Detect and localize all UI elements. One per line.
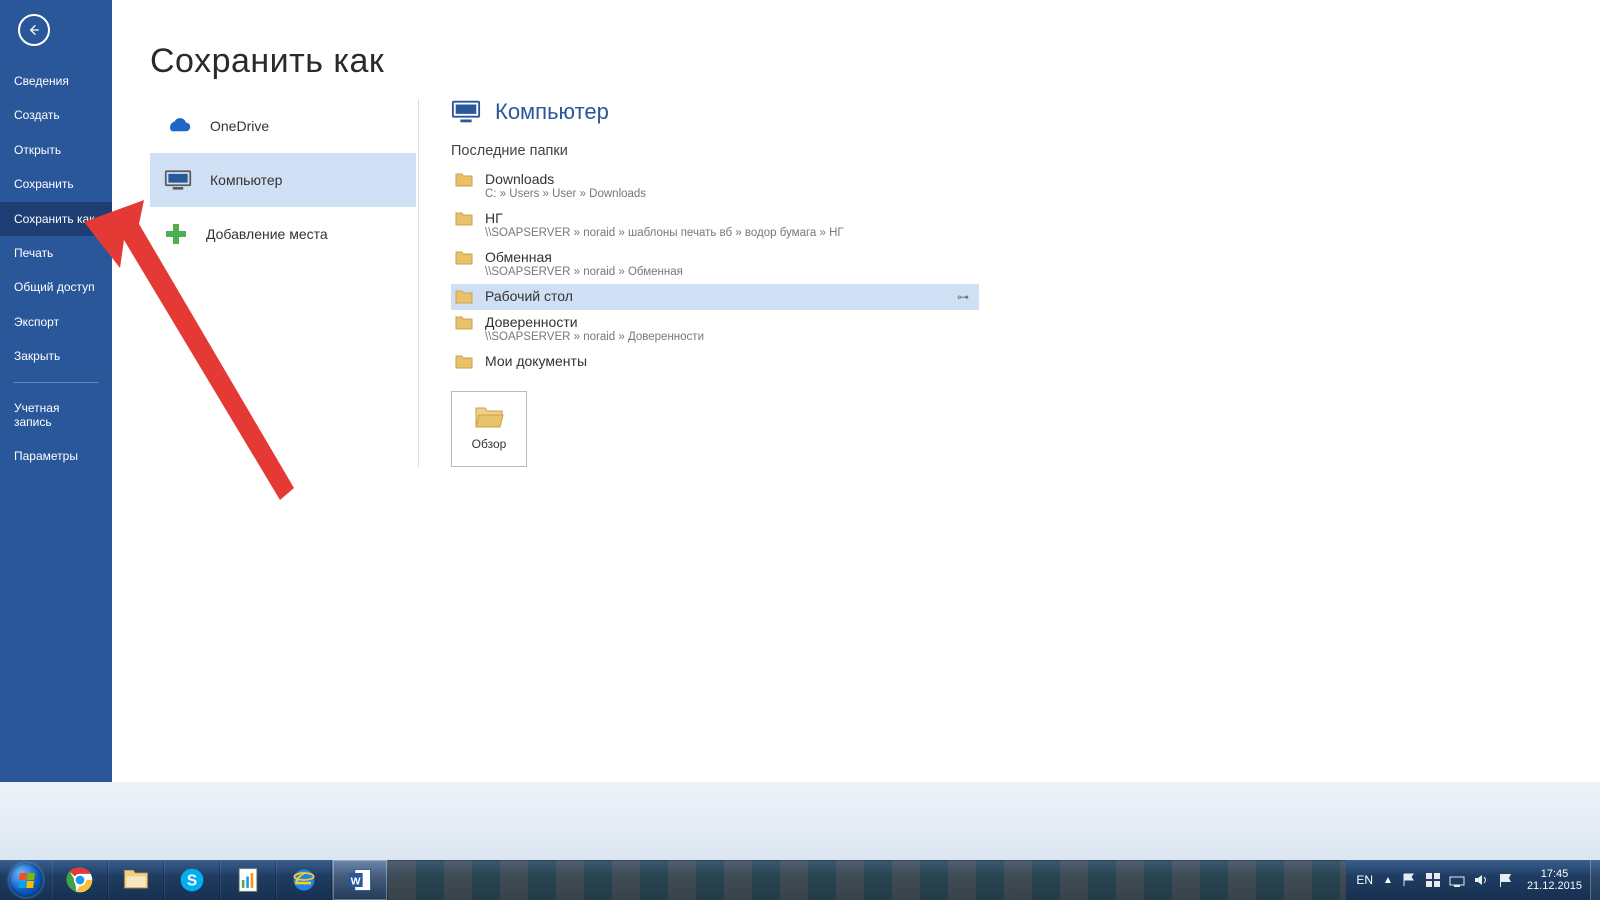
svg-text:S: S	[187, 872, 198, 889]
recent-folders-label: Последние папки	[451, 143, 1600, 159]
location-onedrive[interactable]: OneDrive	[150, 99, 416, 153]
file-explorer-icon	[122, 866, 150, 894]
location-label: Компьютер	[210, 172, 282, 188]
sidebar-item-save-as[interactable]: Сохранить как	[0, 202, 112, 236]
back-button[interactable]	[18, 14, 50, 46]
start-button[interactable]	[0, 860, 52, 900]
recent-folder[interactable]: Доверенности\\SOAPSERVER » noraid » Дове…	[451, 310, 979, 349]
word-icon: W	[346, 866, 374, 894]
taskbar-app-chrome[interactable]	[52, 860, 108, 900]
taskbar-spacer	[388, 860, 1346, 900]
browse-label: Обзор	[472, 437, 507, 451]
system-tray: EN ▲ 17:45 21.12.2015	[1346, 860, 1590, 900]
recent-folder[interactable]: Рабочий стол ⊶	[451, 284, 979, 310]
recent-folders-list: DownloadsC: » Users » User » Downloads Н…	[451, 167, 979, 375]
document-icon	[234, 866, 262, 894]
recent-folder[interactable]: Мои документы	[451, 349, 979, 375]
sidebar-item-open[interactable]: Открыть	[0, 133, 112, 167]
tray-clock[interactable]: 17:45 21.12.2015	[1521, 868, 1588, 892]
folder-icon	[455, 316, 473, 330]
sidebar-item-print[interactable]: Печать	[0, 236, 112, 270]
folder-open-icon	[474, 407, 504, 429]
svg-text:W: W	[351, 875, 361, 887]
tray-date: 21.12.2015	[1527, 880, 1582, 892]
sidebar-item-share[interactable]: Общий доступ	[0, 270, 112, 304]
cloud-icon	[164, 116, 192, 136]
windows-logo-icon	[9, 863, 43, 897]
sidebar-item-info[interactable]: Сведения	[0, 64, 112, 98]
pin-icon[interactable]: ⊶	[957, 290, 969, 304]
taskbar-app-libreoffice[interactable]	[220, 860, 276, 900]
detail-heading: Компьютер	[495, 99, 609, 125]
tray-flag-icon[interactable]	[1401, 872, 1417, 888]
tray-action-center-icon[interactable]	[1497, 872, 1513, 888]
computer-icon	[451, 99, 481, 125]
sidebar-item-export[interactable]: Экспорт	[0, 305, 112, 339]
tray-time: 17:45	[1541, 868, 1569, 880]
page-heading: Сохранить как	[112, 0, 1600, 99]
skype-icon: S	[178, 866, 206, 894]
recent-folder[interactable]: НГ\\SOAPSERVER » noraid » шаблоны печать…	[451, 206, 979, 245]
sidebar-item-account[interactable]: Учетная запись	[0, 391, 112, 440]
backstage-main: Сохранить как OneDrive Компьютер	[112, 0, 1600, 782]
sidebar-separator	[14, 382, 98, 383]
folder-icon	[455, 290, 473, 304]
backstage-sidebar: Сведения Создать Открыть Сохранить Сохра…	[0, 0, 112, 782]
taskbar-app-skype[interactable]: S	[164, 860, 220, 900]
plus-icon	[164, 222, 188, 246]
browse-button[interactable]: Обзор	[451, 391, 527, 467]
chrome-icon	[66, 866, 94, 894]
desktop-strip	[0, 782, 1600, 860]
computer-icon	[164, 169, 192, 191]
folder-icon	[455, 173, 473, 187]
folder-icon	[455, 212, 473, 226]
sidebar-item-save[interactable]: Сохранить	[0, 167, 112, 201]
recent-folder[interactable]: Обменная\\SOAPSERVER » noraid » Обменная	[451, 245, 979, 284]
tray-volume-icon[interactable]	[1473, 872, 1489, 888]
tray-language[interactable]: EN	[1356, 873, 1373, 887]
taskbar-app-explorer[interactable]	[108, 860, 164, 900]
internet-explorer-icon	[290, 866, 318, 894]
arrow-left-icon	[26, 22, 42, 38]
tray-grid-icon[interactable]	[1425, 872, 1441, 888]
detail-heading-row: Компьютер	[451, 99, 1600, 125]
sidebar-item-close[interactable]: Закрыть	[0, 339, 112, 373]
sidebar-item-options[interactable]: Параметры	[0, 439, 112, 473]
location-computer[interactable]: Компьютер	[150, 153, 416, 207]
taskbar-app-word[interactable]: W	[332, 860, 388, 900]
location-label: OneDrive	[210, 118, 269, 134]
recent-folder[interactable]: DownloadsC: » Users » User » Downloads	[451, 167, 979, 206]
detail-column: Компьютер Последние папки DownloadsC: » …	[418, 99, 1600, 467]
location-add-place[interactable]: Добавление места	[150, 207, 416, 261]
show-desktop-button[interactable]	[1590, 860, 1600, 900]
taskbar-app-ie[interactable]	[276, 860, 332, 900]
folder-icon	[455, 251, 473, 265]
locations-column: OneDrive Компьютер Добавление места	[150, 99, 416, 467]
taskbar: S W EN ▲ 17:45 21.12.2015	[0, 860, 1600, 900]
tray-network-icon[interactable]	[1449, 872, 1465, 888]
sidebar-item-new[interactable]: Создать	[0, 98, 112, 132]
location-label: Добавление места	[206, 226, 328, 242]
folder-icon	[455, 355, 473, 369]
tray-chevron-icon[interactable]: ▲	[1383, 875, 1393, 886]
